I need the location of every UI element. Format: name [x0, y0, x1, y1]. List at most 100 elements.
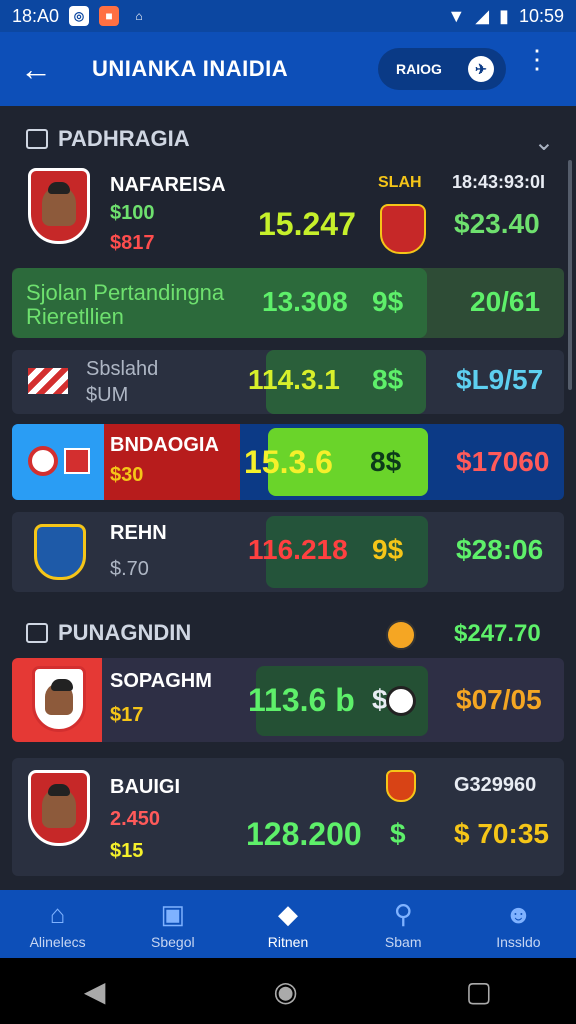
nav-item-search[interactable]: ⚲ Sbam [346, 890, 461, 958]
row-value: $23.40 [454, 208, 540, 239]
row-sub2: $817 [110, 232, 155, 254]
chevron-down-icon[interactable]: ⌄ [534, 128, 554, 157]
row-score: 116.218 [248, 534, 348, 565]
chart-icon: ◆ [278, 898, 298, 929]
flag-icon [64, 448, 90, 474]
row-mid: 8$ [370, 446, 402, 477]
section-header-2: PUNAGNDIN [26, 620, 191, 646]
row-mid: 9$ [372, 286, 404, 317]
recents-square-icon[interactable]: ▢ [466, 975, 492, 1008]
row-sub1: $100 [110, 202, 155, 224]
player-crest [32, 666, 86, 732]
row-value: 20/61 [470, 286, 541, 317]
section-header-1: PADHRAGIA [26, 126, 190, 152]
nav-item-wallet[interactable]: ▣ Sbegol [115, 890, 230, 958]
coin-icon [386, 620, 416, 650]
plane-icon: ✈ [468, 56, 494, 82]
ball-icon [386, 686, 416, 716]
list-item[interactable]: Sbslahd $UM 114.3.1 8$ $L9/57 [12, 350, 564, 414]
club-badge-icon [380, 204, 426, 254]
wifi-icon: ▼ [447, 5, 466, 26]
section-title-2: PUNAGNDIN [58, 620, 192, 645]
list-item[interactable]: REHN $.70 116.218 9$ $28:06 [12, 512, 564, 592]
list-item[interactable]: SOPAGHM $17 113.6 b $ $07/05 [12, 658, 564, 742]
row-sub1: $.70 [110, 558, 149, 580]
scrollbar[interactable] [568, 160, 572, 390]
row-sub1: $30 [110, 464, 144, 486]
list-item[interactable]: Sjolan Pertandingna Rieretllien 13.308 9… [12, 268, 564, 338]
flag-icon [28, 368, 68, 394]
section-title-1: PADHRAGIA [58, 126, 190, 151]
status-bar: 18:A0 ◎ ■ ⌂ ▼ ◢ ▮ 10:59 [0, 0, 576, 32]
row-name: BAUIGI [110, 776, 180, 798]
row-score: 13.308 [262, 286, 348, 317]
nav-label: Ritnen [267, 933, 309, 950]
badge-icon [386, 770, 416, 802]
row-mid: 9$ [372, 534, 404, 565]
app-icon-1: ◎ [69, 6, 90, 26]
section-value: $247.70 [454, 620, 541, 647]
row-name: NAFAREISA [110, 174, 226, 196]
back-arrow-icon[interactable]: ← [20, 51, 64, 88]
row-value: $28:06 [456, 534, 544, 565]
list-item[interactable]: BAUIGI 2.450 $15 128.200 $ G329960 $ 70:… [12, 758, 564, 876]
row-mid: 8$ [372, 364, 404, 395]
battery-icon: ▮ [499, 5, 509, 26]
status-time-left: 18:A0 [12, 5, 60, 26]
row-line1: Sjolan Pertandingna [26, 280, 225, 305]
row-tag: SLAH [378, 174, 422, 191]
row-sub1: 2.450 [110, 808, 161, 830]
folder-icon [26, 623, 48, 643]
row-value: $17060 [456, 446, 550, 477]
pill-label: RAIOG [396, 61, 442, 77]
row-name: BNDAOGIA [110, 434, 219, 456]
nav-item-profile[interactable]: ☻ Inssldo [461, 890, 576, 958]
row-value: $07/05 [456, 684, 542, 715]
home-circle-icon[interactable]: ◉ [273, 975, 297, 1008]
row-name: SOPAGHM [110, 670, 212, 692]
bottom-nav: ⌂ Alinelecs ▣ Sbegol ◆ Ritnen ⚲ Sbam ☻ Inssld… [0, 890, 576, 958]
row-score: 114.3.1 [248, 364, 340, 395]
list-item[interactable]: BNDAOGIA $30 15.3.6 8$ $17060 [12, 424, 564, 500]
row-mid: $ [390, 818, 406, 849]
nav-label: Alinelecs [29, 933, 86, 950]
row-line2: Rieretllien [26, 304, 124, 329]
team-logo-icon [28, 446, 58, 476]
row-name: Sbslahd [86, 358, 159, 380]
nav-label: Sbam [384, 933, 422, 950]
row-score: 128.200 [246, 816, 362, 852]
nav-item-home[interactable]: ⌂ Alinelecs [0, 890, 115, 958]
home-icon: ⌂ [49, 898, 66, 929]
row-score: 15.3.6 [244, 444, 333, 480]
row-score: 15.247 [258, 206, 356, 242]
row-name: REHN [110, 522, 167, 544]
player-crest [28, 168, 90, 244]
signal-icon: ◢ [475, 5, 490, 26]
page-title: UNIANKA INAIDIA [92, 56, 289, 81]
app-bar: ← UNIANKA INAIDIA RAIOG ✈ ⋮ [0, 32, 576, 106]
status-time-right: 10:59 [518, 5, 564, 26]
profile-icon: ☻ [504, 898, 533, 929]
filter-pill[interactable]: RAIOG ✈ [378, 48, 506, 90]
nav-label: Inssldo [496, 933, 541, 950]
player-crest [28, 770, 90, 846]
row-sub2: $15 [110, 840, 144, 862]
back-triangle-icon[interactable]: ◀ [84, 975, 106, 1008]
app-icon-3: ⌂ [135, 9, 143, 23]
nav-label: Sbegol [151, 933, 195, 950]
search-icon: ⚲ [393, 898, 413, 929]
nav-item-chart[interactable]: ◆ Ritnen [230, 890, 345, 958]
row-time: G329960 [454, 774, 537, 796]
folder-icon [26, 129, 48, 149]
app-icon-2: ■ [99, 6, 120, 26]
row-sub1: $UM [86, 384, 129, 406]
row-sub1: $17 [110, 704, 144, 726]
row-time: 18:43:93:0I [452, 172, 546, 192]
row-value: $L9/57 [456, 364, 544, 395]
row-score: 113.6 b [248, 682, 355, 718]
wallet-icon: ▣ [160, 898, 186, 929]
club-crest-icon [34, 524, 86, 580]
more-vert-icon[interactable]: ⋮ [524, 46, 550, 72]
row-value: $ 70:35 [454, 818, 549, 849]
system-nav: ◀ ◉ ▢ [0, 958, 576, 1024]
